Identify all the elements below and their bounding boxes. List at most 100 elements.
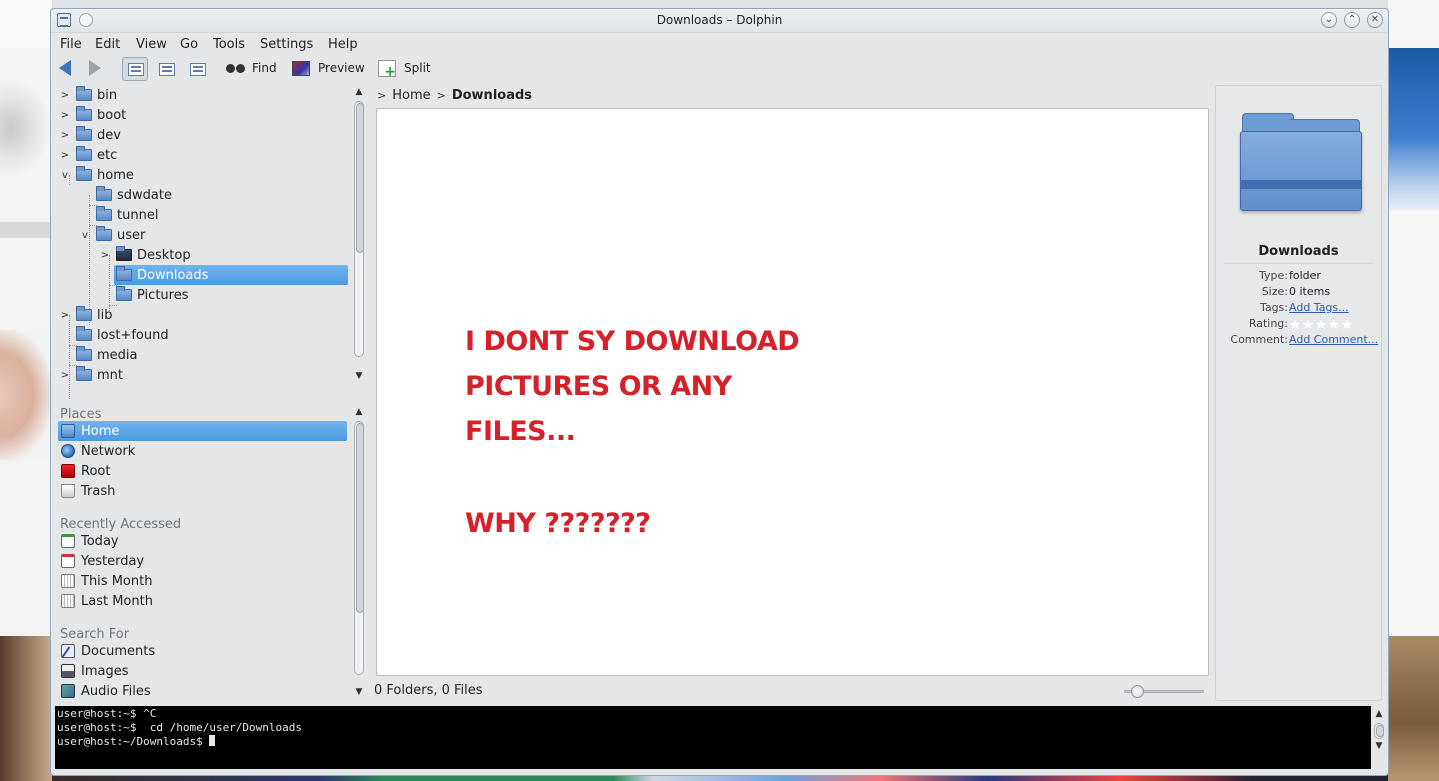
place-label: This Month (81, 573, 153, 589)
compact-view-icon (159, 63, 175, 76)
star-icon[interactable] (1289, 319, 1301, 330)
tree-item-home[interactable]: v home (56, 165, 356, 185)
place-trash[interactable]: Trash (58, 481, 347, 501)
scroll-thumb[interactable] (356, 423, 364, 613)
star-icon[interactable] (1328, 319, 1340, 330)
add-comment-link[interactable]: Add Comment... (1289, 333, 1378, 346)
recent-last-month[interactable]: Last Month (58, 591, 347, 611)
zoom-slider-handle[interactable] (1131, 685, 1144, 698)
forward-button[interactable] (89, 57, 101, 79)
breadcrumb-current[interactable]: Downloads (452, 88, 532, 103)
terminal-line: user@host:~$ cd /home/user/Downloads (57, 721, 303, 734)
details-view-button[interactable] (184, 57, 210, 81)
tree-item-boot[interactable]: > boot (56, 105, 356, 125)
find-button[interactable]: Find (226, 57, 277, 79)
expand-icon[interactable]: > (60, 370, 70, 381)
collapse-icon[interactable]: v (60, 170, 70, 181)
expand-icon[interactable]: > (60, 150, 70, 161)
split-button[interactable]: Split (378, 57, 431, 80)
tree-item-lib[interactable]: > lib (56, 305, 356, 325)
calendar-today-icon (61, 534, 75, 548)
tree-item-label: dev (97, 127, 121, 143)
tree-item-tunnel[interactable]: tunnel (76, 205, 356, 225)
title-bar[interactable]: Downloads – Dolphin ⌄ ⌃ ✕ (51, 9, 1388, 33)
tree-item-sdwdate[interactable]: sdwdate (76, 185, 356, 205)
rating-stars[interactable] (1289, 319, 1353, 330)
place-network[interactable]: Network (58, 441, 347, 461)
folder-icon (96, 226, 112, 241)
details-view-icon (190, 63, 206, 76)
menu-settings[interactable]: Settings (260, 37, 313, 52)
menu-file[interactable]: File (60, 37, 82, 52)
expand-icon[interactable]: > (60, 90, 70, 101)
back-button[interactable] (57, 57, 71, 79)
terminal-panel[interactable]: user@host:~$ ^C user@host:~$ cd /home/us… (55, 706, 1371, 769)
tree-item-label: media (97, 347, 138, 363)
tree-item-media[interactable]: media (56, 345, 356, 365)
info-comment-row: Comment: Add Comment... (1216, 333, 1381, 349)
close-icon[interactable]: ✕ (1367, 12, 1383, 28)
tree-item-pictures[interactable]: Pictures (96, 285, 348, 305)
menu-view[interactable]: View (136, 37, 167, 52)
scroll-thumb[interactable] (356, 103, 364, 253)
star-icon[interactable] (1341, 319, 1353, 330)
place-label: Home (81, 423, 120, 439)
icons-view-icon (128, 63, 144, 76)
tree-item-mnt[interactable]: > mnt (56, 365, 356, 385)
tree-item-bin[interactable]: > bin (56, 85, 356, 105)
add-tags-link[interactable]: Add Tags... (1289, 301, 1349, 314)
places-scrollbar[interactable]: ▲ ▼ (353, 407, 365, 703)
recent-today[interactable]: Today (58, 531, 347, 551)
preview-button[interactable]: Preview (292, 57, 365, 79)
terminal-scrollbar[interactable]: ▲ ▼ (1373, 707, 1386, 771)
place-label: Audio Files (81, 683, 151, 699)
recent-yesterday[interactable]: Yesterday (58, 551, 347, 571)
scroll-down-icon[interactable]: ▼ (353, 371, 365, 381)
search-documents[interactable]: Documents (58, 641, 347, 661)
star-icon[interactable] (1315, 319, 1327, 330)
tree-item-desktop[interactable]: > Desktop (96, 245, 348, 265)
folder-icon (76, 306, 92, 321)
expand-icon[interactable]: > (100, 250, 110, 261)
expand-icon[interactable]: > (60, 310, 70, 321)
tree-item-dev[interactable]: > dev (56, 125, 356, 145)
menu-help[interactable]: Help (328, 37, 358, 52)
icons-view-button[interactable] (122, 57, 148, 81)
menu-edit[interactable]: Edit (95, 37, 120, 52)
search-for-header: Search For (60, 627, 130, 642)
terminal-line: user@host:~$ ^C (57, 707, 157, 720)
minimize-icon[interactable]: ⌄ (1321, 12, 1337, 28)
scroll-up-icon[interactable]: ▲ (1373, 709, 1385, 719)
folder-icon (116, 266, 132, 281)
annotation-question: WHY ??????? (465, 508, 651, 539)
recent-this-month[interactable]: This Month (58, 571, 347, 591)
search-images[interactable]: Images (58, 661, 347, 681)
compact-view-button[interactable] (153, 57, 179, 81)
folders-scrollbar[interactable]: ▲ ▼ (353, 87, 365, 387)
place-root[interactable]: Root (58, 461, 347, 481)
info-size-row: Size: 0 items (1216, 285, 1381, 301)
scroll-thumb[interactable] (1376, 725, 1384, 737)
scroll-down-icon[interactable]: ▼ (353, 687, 365, 697)
breadcrumb-home[interactable]: Home (392, 88, 430, 103)
search-audio-files[interactable]: Audio Files (58, 681, 347, 701)
expand-icon[interactable]: > (60, 110, 70, 121)
trash-icon (61, 484, 75, 498)
tree-item-lost-found[interactable]: lost+found (56, 325, 356, 345)
calendar-yesterday-icon (61, 554, 75, 568)
scroll-up-icon[interactable]: ▲ (353, 87, 365, 97)
collapse-icon[interactable]: v (80, 230, 90, 241)
expand-icon[interactable]: > (60, 130, 70, 141)
menu-go[interactable]: Go (180, 37, 198, 52)
tree-item-etc[interactable]: > etc (56, 145, 356, 165)
tree-item-downloads[interactable]: Downloads (114, 265, 348, 285)
star-icon[interactable] (1302, 319, 1314, 330)
scroll-up-icon[interactable]: ▲ (353, 407, 365, 417)
file-view[interactable]: I DONT SY DOWNLOAD PICTURES OR ANY FILES… (376, 108, 1209, 676)
place-home[interactable]: Home (58, 421, 347, 441)
zoom-slider[interactable] (1124, 685, 1204, 698)
scroll-down-icon[interactable]: ▼ (1373, 741, 1385, 751)
menu-tools[interactable]: Tools (213, 37, 245, 52)
tree-item-user[interactable]: v user (76, 225, 356, 245)
maximize-icon[interactable]: ⌃ (1344, 12, 1360, 28)
